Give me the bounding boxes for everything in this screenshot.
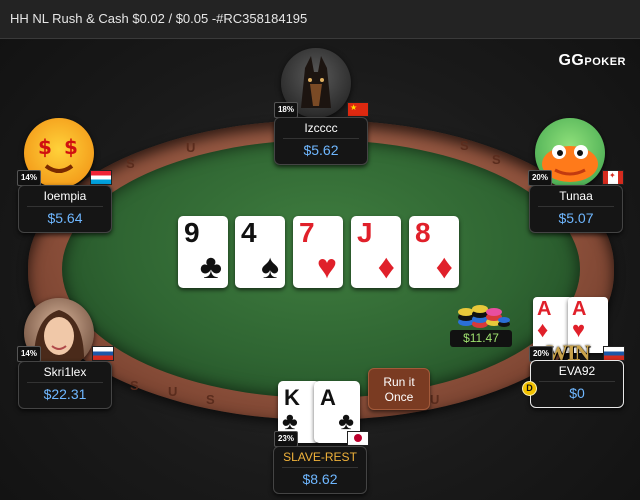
luxembourg-flag-icon xyxy=(90,170,112,185)
rail-letter: S xyxy=(130,378,139,393)
card-rank: 9 xyxy=(184,217,200,248)
canada-flag-icon: ✦ xyxy=(602,170,624,185)
vpip-badge: 14% xyxy=(17,346,41,362)
board-card-5: 8 ♦ xyxy=(409,216,459,288)
player-plate[interactable]: Skri1lex $22.31 xyxy=(18,361,112,409)
heart-icon: ♥ xyxy=(572,317,586,342)
player-stack: $0 xyxy=(569,385,585,401)
divider xyxy=(538,206,614,207)
divider xyxy=(539,381,615,382)
china-flag-icon: ★ xyxy=(347,102,369,117)
russia-flag-icon xyxy=(92,346,114,361)
board-card-3: 7 ♥ xyxy=(293,216,343,288)
player-plate-hero[interactable]: SLAVE-REST $8.62 xyxy=(273,446,367,494)
player-stack: $5.07 xyxy=(558,210,594,226)
logo-poker-text: POKER xyxy=(584,56,626,68)
rail-letter: S xyxy=(460,138,469,153)
card-rank: 8 xyxy=(415,217,431,248)
player-name: EVA92 xyxy=(558,364,596,378)
ggpoker-logo: GGPOKER xyxy=(558,52,626,70)
russia-flag-icon xyxy=(603,346,625,361)
divider xyxy=(27,382,103,383)
player-plate[interactable]: Izcccc $5.62 xyxy=(274,117,368,165)
run-it-once-button[interactable]: Run it Once xyxy=(368,368,430,410)
player-plate[interactable]: Ioempia $5.64 xyxy=(18,185,112,233)
pot-amount: $11.47 xyxy=(450,330,512,347)
card-rank: J xyxy=(357,217,373,248)
vpip-badge: 23% xyxy=(274,431,298,447)
player-name: Skri1lex xyxy=(43,365,87,379)
rail-letter: U xyxy=(168,384,178,399)
diamond-icon: ♦ xyxy=(435,248,453,286)
vpip-badge: 20% xyxy=(528,170,552,186)
player-name: Ioempia xyxy=(43,189,87,203)
player-stack: $5.62 xyxy=(303,142,339,158)
rail-letter: S xyxy=(126,156,135,171)
vpip-badge: 14% xyxy=(17,170,41,186)
divider xyxy=(283,138,359,139)
board-card-4: J ♦ xyxy=(351,216,401,288)
button-label: Once xyxy=(384,390,414,404)
divider xyxy=(27,206,103,207)
logo-gg-text: GG xyxy=(558,52,585,69)
rail-letter: U xyxy=(186,140,196,155)
window-title: HH NL Rush & Cash $0.02 / $0.05 -#RC3581… xyxy=(10,11,308,26)
rail-letter: S xyxy=(492,152,501,167)
rail-letter: S xyxy=(206,392,215,407)
board-card-1: 9 ♣ xyxy=(178,216,228,288)
club-icon: ♣ xyxy=(199,248,222,286)
player-name: Tunaa xyxy=(559,189,593,203)
svg-text:$: $ xyxy=(38,135,52,159)
title-bar: HH NL Rush & Cash $0.02 / $0.05 -#RC3581… xyxy=(0,0,640,39)
card-rank: 7 xyxy=(299,217,315,248)
dealer-button: D xyxy=(522,381,537,396)
sun-icon xyxy=(354,434,362,442)
spade-icon: ♠ xyxy=(260,248,279,286)
button-label: Run it xyxy=(383,375,415,389)
japan-flag-icon xyxy=(347,431,369,446)
svg-text:$: $ xyxy=(64,135,78,159)
player-name: Izcccc xyxy=(304,121,338,135)
vpip-badge: 18% xyxy=(274,102,298,118)
player-stack: $22.31 xyxy=(43,386,87,402)
maple-leaf-icon: ✦ xyxy=(609,171,616,180)
player-stack: $5.64 xyxy=(47,210,83,226)
card-rank: 4 xyxy=(241,217,257,248)
heart-icon: ♥ xyxy=(316,248,337,286)
board-card-2: 4 ♠ xyxy=(235,216,285,288)
card-rank: A xyxy=(320,385,336,410)
star-icon: ★ xyxy=(350,103,358,112)
player-plate[interactable]: Tunaa $5.07 xyxy=(529,185,623,233)
divider xyxy=(282,467,358,468)
player-stack: $8.62 xyxy=(302,471,338,487)
player-name: SLAVE-REST xyxy=(283,450,357,464)
chip-stack-icon xyxy=(456,302,510,330)
diamond-icon: ♦ xyxy=(537,317,549,342)
rail-letter: U xyxy=(430,392,440,407)
player-plate[interactable]: EVA92 $0 xyxy=(530,360,624,408)
diamond-icon: ♦ xyxy=(377,248,395,286)
